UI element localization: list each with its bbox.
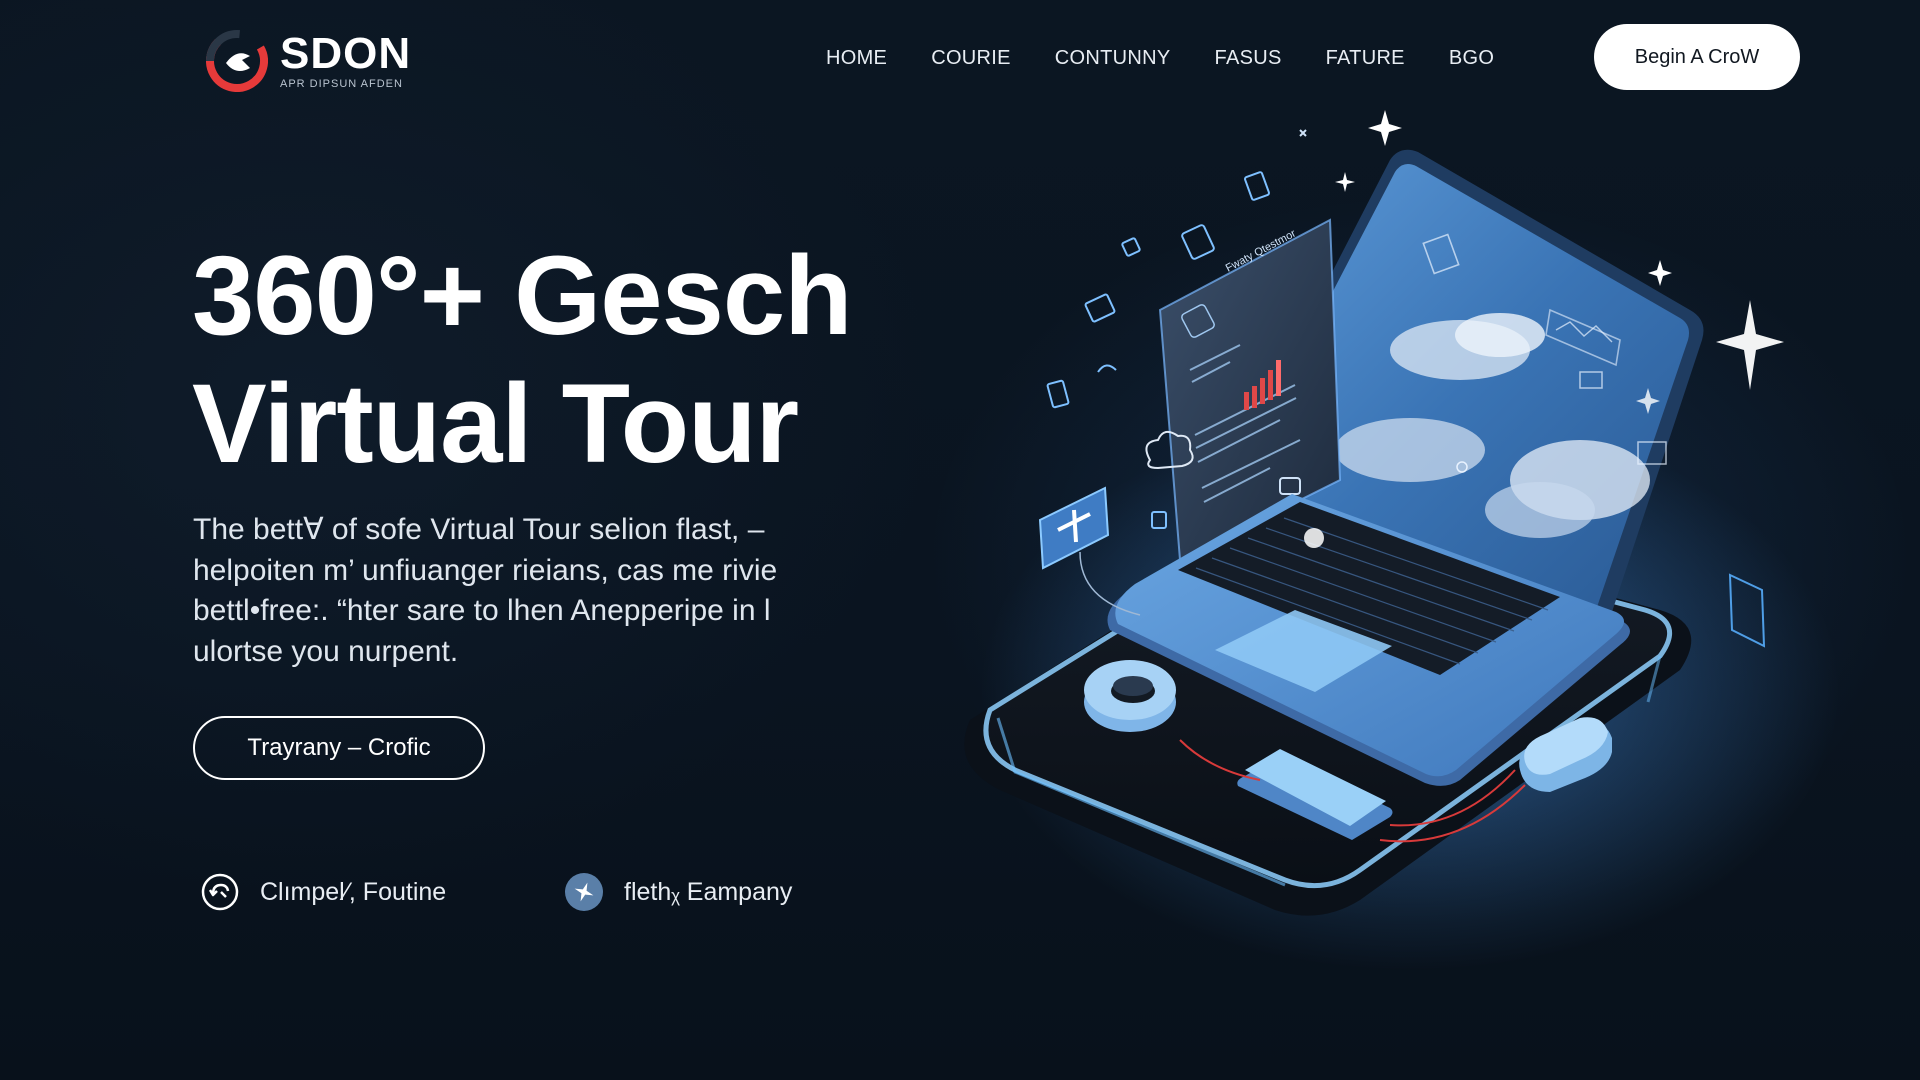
feature-item[interactable]: Clımpel⁄, Foutine [200,870,446,914]
hero-description-line-1: The bettⱯ of sofe Virtual Tour selion fl… [193,513,765,546]
compass-star-icon [565,873,603,911]
secondary-cta-button[interactable]: Trayrany – Crofic [193,716,485,780]
hero-title-line-1: 360°+ Gesch [192,233,853,358]
nav-item-fasus[interactable]: FASUS [1215,47,1282,70]
brand-tagline: APR DIPSUN AFDEN [280,78,403,90]
logo-mark-icon [206,30,268,92]
feature-list: Clımpel⁄, Foutine flethᵪ Eampany [200,870,840,914]
nav-item-bgo[interactable]: BGO [1449,47,1494,70]
brand-logo[interactable]: SDON APR DIPSUN AFDEN [206,26,436,96]
hero-title: 360°+ Gesch Virtual Tour [192,232,952,488]
feature-item[interactable]: flethᵪ Eampany [564,870,792,914]
feature-label: Clımpel⁄, Foutine [260,877,447,906]
refresh-arrow-icon [201,873,239,911]
nav-item-fature[interactable]: FATURE [1326,47,1405,70]
landing-page: SDON APR DIPSUN AFDEN HOME COURIE CONTUN… [0,0,1920,1080]
hero-description-line-4: ulortse you nurpent. [193,634,459,668]
nav-item-home[interactable]: HOME [826,47,887,70]
isometric-laptop-illustration: Fwaty Qtestmor [964,110,1840,970]
feature-label: flethᵪ Eampany [624,877,793,906]
speaker-icon [1084,660,1176,732]
hero-description: The bettⱯ of sofe Virtual Tour selion fl… [193,510,833,672]
main-nav: HOME COURIE CONTUNNY FASUS FATURE BGO [826,44,1494,72]
hero-description-line-3: bettl•free:. “hter sare to lhen Anepperi… [193,594,771,627]
nav-item-courie[interactable]: COURIE [931,47,1011,70]
brand-name: SDON [280,29,412,78]
hero-title-line-2: Virtual Tour [192,361,799,486]
nav-item-contunny[interactable]: CONTUNNY [1055,47,1171,70]
begin-cta-button[interactable]: Begin A CroW [1594,24,1800,90]
hero-illustration: Fwaty Qtestmor [940,90,1840,1030]
logo-text: SDON APR DIPSUN AFDEN [280,29,412,91]
hero-description-line-2: helpoiten m’ unfiuanger rieians, cas me … [193,553,778,587]
